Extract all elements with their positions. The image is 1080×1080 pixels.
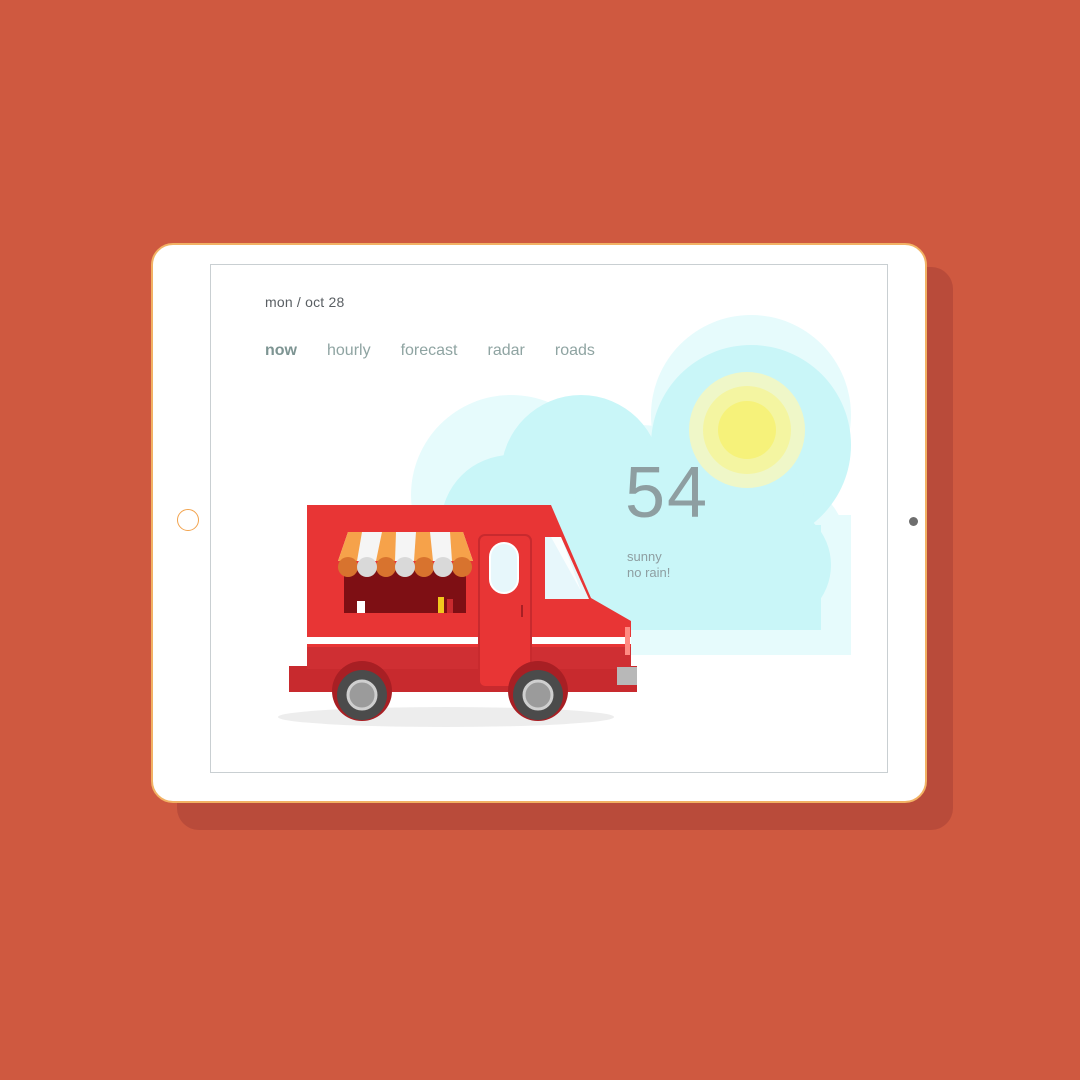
tab-now[interactable]: now	[265, 342, 297, 360]
app-screen: mon / oct 28 now hourly forecast radar r…	[210, 264, 888, 773]
background-stage: mon / oct 28 now hourly forecast radar r…	[0, 0, 1080, 1080]
tab-hourly[interactable]: hourly	[327, 342, 371, 360]
condition-text: sunny	[627, 549, 662, 564]
tab-roads[interactable]: roads	[555, 342, 595, 360]
date-label: mon / oct 28	[265, 294, 345, 310]
tab-forecast[interactable]: forecast	[401, 342, 458, 360]
nav-tabs: now hourly forecast radar roads	[265, 342, 595, 360]
weather-condition: sunny no rain!	[627, 549, 670, 581]
temperature-value: 54	[625, 453, 710, 533]
tab-radar[interactable]: radar	[488, 342, 525, 360]
camera-icon	[909, 517, 918, 526]
tablet-device: mon / oct 28 now hourly forecast radar r…	[151, 243, 927, 803]
home-button[interactable]	[177, 509, 199, 531]
precipitation-text: no rain!	[627, 565, 671, 580]
